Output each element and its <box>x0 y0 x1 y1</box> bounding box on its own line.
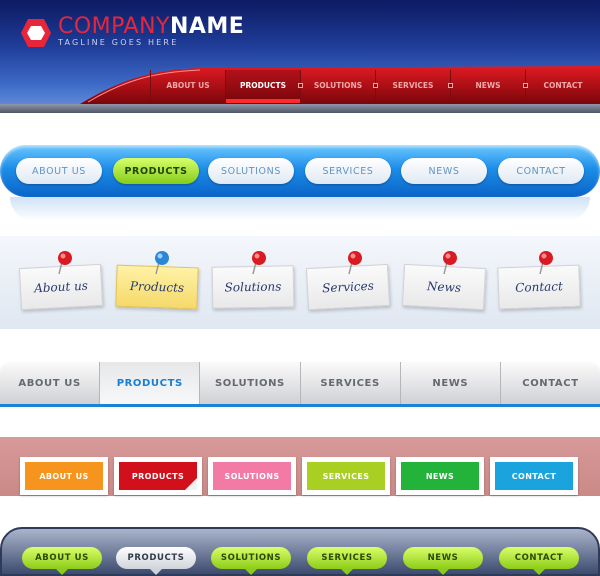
red-pushpin-icon <box>539 251 553 275</box>
box-contact[interactable]: CONTACT <box>490 457 578 495</box>
tab-products[interactable]: PRODUCTS <box>100 362 201 404</box>
note-label: Solutions <box>224 279 282 295</box>
box-label: NEWS <box>401 462 479 490</box>
company-name-part1: COMPANY <box>58 14 170 39</box>
green-pill-products[interactable]: PRODUCTS <box>116 547 196 575</box>
tagline: TAGLINE GOES HERE <box>58 38 179 47</box>
red-hexagon-icon <box>21 19 51 47</box>
red-pushpin-icon <box>348 251 362 275</box>
tab-news[interactable]: NEWS <box>400 362 501 404</box>
green-pill-news[interactable]: NEWS <box>403 547 483 575</box>
blue-pill-services[interactable]: SERVICES <box>305 158 391 184</box>
red-pushpin-icon <box>58 251 72 275</box>
gray-tab-menu: ABOUT US PRODUCTS SOLUTIONS SERVICES NEW… <box>0 362 600 407</box>
nav-label: ABOUT US <box>166 80 210 90</box>
header-nav-products[interactable]: PRODUCTS <box>225 70 300 103</box>
header-bottom-bar <box>0 104 600 113</box>
nav-label: NEWS <box>475 80 501 90</box>
color-box-menu: ABOUT US PRODUCTS SOLUTIONS SERVICES NEW… <box>0 437 600 496</box>
page-curl-icon <box>185 478 197 490</box>
box-label: CONTACT <box>495 462 573 490</box>
box-news[interactable]: NEWS <box>396 457 484 495</box>
nav-label: SERVICES <box>392 80 434 90</box>
menu-reflection <box>10 197 590 221</box>
nav-label: CONTACT <box>543 80 583 90</box>
box-label: PRODUCTS <box>119 462 197 490</box>
tab-services[interactable]: SERVICES <box>300 362 401 404</box>
nav-separator-icon <box>448 83 453 88</box>
header-nav-contact[interactable]: CONTACT <box>523 70 600 100</box>
nav-separator-icon <box>298 83 303 88</box>
nav-label: SOLUTIONS <box>313 80 363 90</box>
blue-pill-solutions[interactable]: SOLUTIONS <box>208 158 294 184</box>
sticky-note-menu: About us Products Solutions Services New… <box>0 236 600 329</box>
blue-pill-news[interactable]: NEWS <box>401 158 487 184</box>
note-label: Products <box>129 279 185 295</box>
nav-separator-icon <box>523 83 528 88</box>
header-nav: ABOUT US PRODUCTS SOLUTIONS SERVICES NEW… <box>150 70 600 103</box>
green-pill-contact[interactable]: CONTACT <box>499 547 579 575</box>
blue-pill-contact[interactable]: CONTACT <box>498 158 584 184</box>
blue-pill-about[interactable]: ABOUT US <box>16 158 102 184</box>
nav-label: PRODUCTS <box>240 80 286 90</box>
green-pill-about[interactable]: ABOUT US <box>22 547 102 575</box>
header-nav-solutions[interactable]: SOLUTIONS <box>298 70 375 100</box>
note-label: News <box>426 279 462 295</box>
box-label: SERVICES <box>307 462 385 490</box>
box-solutions[interactable]: SOLUTIONS <box>208 457 296 495</box>
red-pushpin-icon <box>443 251 457 275</box>
green-pill-solutions[interactable]: SOLUTIONS <box>211 547 291 575</box>
green-pill-services[interactable]: SERVICES <box>307 547 387 575</box>
header-nav-news[interactable]: NEWS <box>448 70 525 100</box>
company-name: COMPANYNAME <box>58 14 244 39</box>
box-label: ABOUT US <box>25 462 103 490</box>
box-about[interactable]: ABOUT US <box>20 457 108 495</box>
note-label: About us <box>33 278 89 296</box>
company-header-menu: COMPANYNAME TAGLINE GOES HERE ABOUT US P… <box>0 0 600 113</box>
blue-pushpin-icon <box>155 251 169 275</box>
tab-about[interactable]: ABOUT US <box>0 362 101 404</box>
box-label: SOLUTIONS <box>213 462 291 490</box>
blue-pill-menu: ABOUT US PRODUCTS SOLUTIONS SERVICES NEW… <box>0 145 600 197</box>
box-services[interactable]: SERVICES <box>302 457 390 495</box>
nav-separator-icon <box>373 83 378 88</box>
blue-pill-products[interactable]: PRODUCTS <box>113 158 199 184</box>
note-label: Contact <box>514 279 564 295</box>
box-products[interactable]: PRODUCTS <box>114 457 202 495</box>
red-pushpin-icon <box>252 251 266 275</box>
header-nav-about[interactable]: ABOUT US <box>150 70 225 100</box>
tab-contact[interactable]: CONTACT <box>500 362 600 404</box>
box-label-text: PRODUCTS <box>131 471 185 481</box>
header-nav-services[interactable]: SERVICES <box>373 70 450 100</box>
company-name-part2: NAME <box>169 14 245 39</box>
tab-solutions[interactable]: SOLUTIONS <box>200 362 301 404</box>
green-pill-menu: ABOUT US PRODUCTS SOLUTIONS SERVICES NEW… <box>0 527 600 576</box>
note-label: Services <box>321 278 375 296</box>
